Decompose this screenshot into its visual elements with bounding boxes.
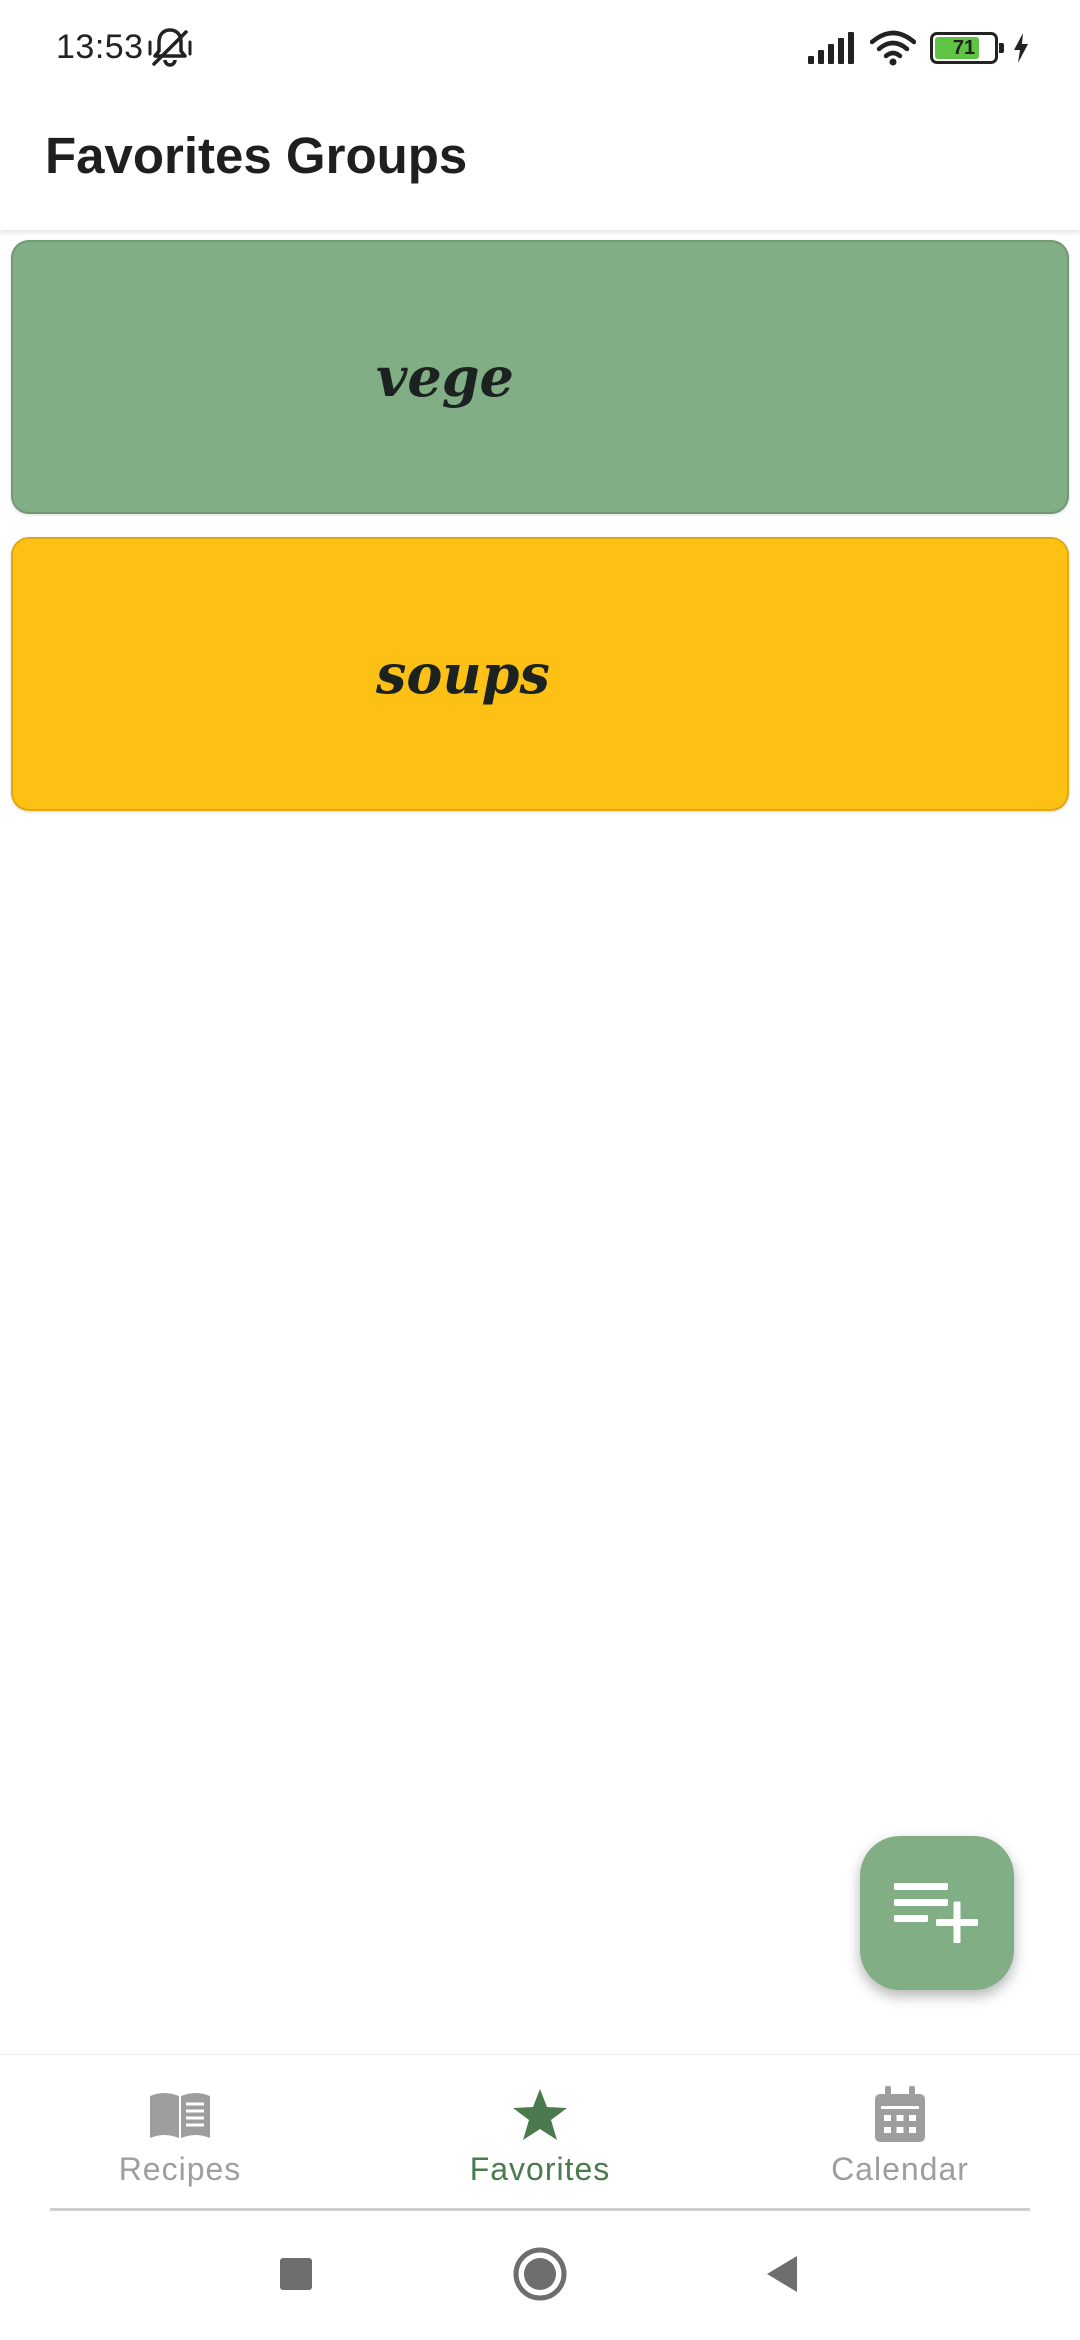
nav-item-calendar[interactable]: Calendar <box>720 2055 1080 2210</box>
add-group-button[interactable] <box>860 1836 1014 1990</box>
group-card-soups[interactable]: soups <box>11 537 1069 811</box>
battery-icon: 71 <box>930 32 1004 64</box>
open-book-icon <box>148 2085 212 2145</box>
nav-item-recipes[interactable]: Recipes <box>0 2055 360 2210</box>
star-icon <box>511 2085 569 2145</box>
home-circle-icon <box>512 2246 568 2307</box>
status-bar: 13:53 71 <box>0 0 1080 96</box>
system-navigation-bar <box>0 2212 1080 2340</box>
recents-button[interactable] <box>266 2246 326 2306</box>
bottom-navigation: Recipes Favorites Calendar <box>0 2054 1080 2210</box>
playlist-add-icon <box>892 1879 982 1948</box>
group-name: vege <box>376 345 514 409</box>
wifi-icon <box>870 30 916 66</box>
battery-level: 71 <box>952 37 976 59</box>
recents-square-icon <box>278 2256 314 2297</box>
nav-item-favorites[interactable]: Favorites <box>360 2055 720 2210</box>
nav-divider <box>50 2208 1030 2211</box>
group-card-vege[interactable]: vege <box>11 240 1069 514</box>
back-button[interactable] <box>752 2246 812 2306</box>
nav-label: Favorites <box>469 2151 611 2187</box>
back-triangle-icon <box>763 2254 801 2299</box>
nav-label: Calendar <box>831 2151 969 2187</box>
silent-bell-icon <box>146 24 194 72</box>
home-button[interactable] <box>510 2246 570 2306</box>
group-name: soups <box>376 642 550 706</box>
charging-icon <box>1012 32 1030 64</box>
status-icons: 71 <box>806 24 1030 72</box>
group-list: vege soups <box>11 240 1069 834</box>
status-time: 13:53 <box>56 28 144 66</box>
app-bar: Favorites Groups <box>0 96 1080 230</box>
nav-label: Recipes <box>118 2151 242 2187</box>
page-title: Favorites Groups <box>45 127 468 184</box>
calendar-icon <box>873 2085 927 2145</box>
signal-icon <box>806 32 856 64</box>
